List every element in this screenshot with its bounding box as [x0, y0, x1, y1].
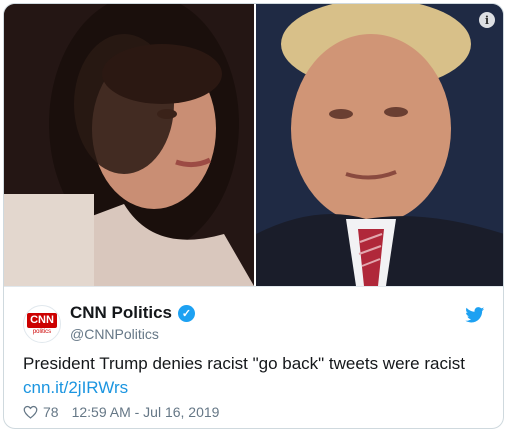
author-handle[interactable]: @CNNPolitics [70, 326, 159, 342]
portrait-woman-image [4, 4, 254, 286]
media-divider [253, 4, 255, 286]
avatar[interactable]: CNN politics [23, 305, 61, 343]
tweet-card[interactable]: i CNN politics CNN Politics ✓ @CNNPoliti… [3, 3, 504, 429]
tweet-link[interactable]: cnn.it/2jIRWrs [23, 378, 128, 398]
tweet-meta: 78 12:59 AM - Jul 16, 2019 [23, 404, 219, 420]
info-icon[interactable]: i [479, 12, 495, 28]
portrait-man-image [255, 4, 503, 286]
verified-badge-icon: ✓ [178, 304, 196, 322]
like-count[interactable]: 78 [43, 404, 59, 420]
photo-right[interactable]: i [255, 4, 503, 286]
tweet-media[interactable]: i [4, 4, 503, 286]
media-separator [4, 286, 503, 287]
heart-icon[interactable] [23, 405, 38, 419]
photo-left[interactable] [4, 4, 254, 286]
avatar-subtext: politics [32, 328, 52, 335]
author-name-row[interactable]: CNN Politics ✓ [70, 303, 196, 323]
tweet-text: President Trump denies racist "go back" … [23, 354, 465, 373]
author-name[interactable]: CNN Politics [70, 303, 172, 323]
bird-icon[interactable] [465, 307, 485, 323]
avatar-logo: CNN [27, 312, 57, 328]
timestamp[interactable]: 12:59 AM - Jul 16, 2019 [72, 404, 220, 420]
